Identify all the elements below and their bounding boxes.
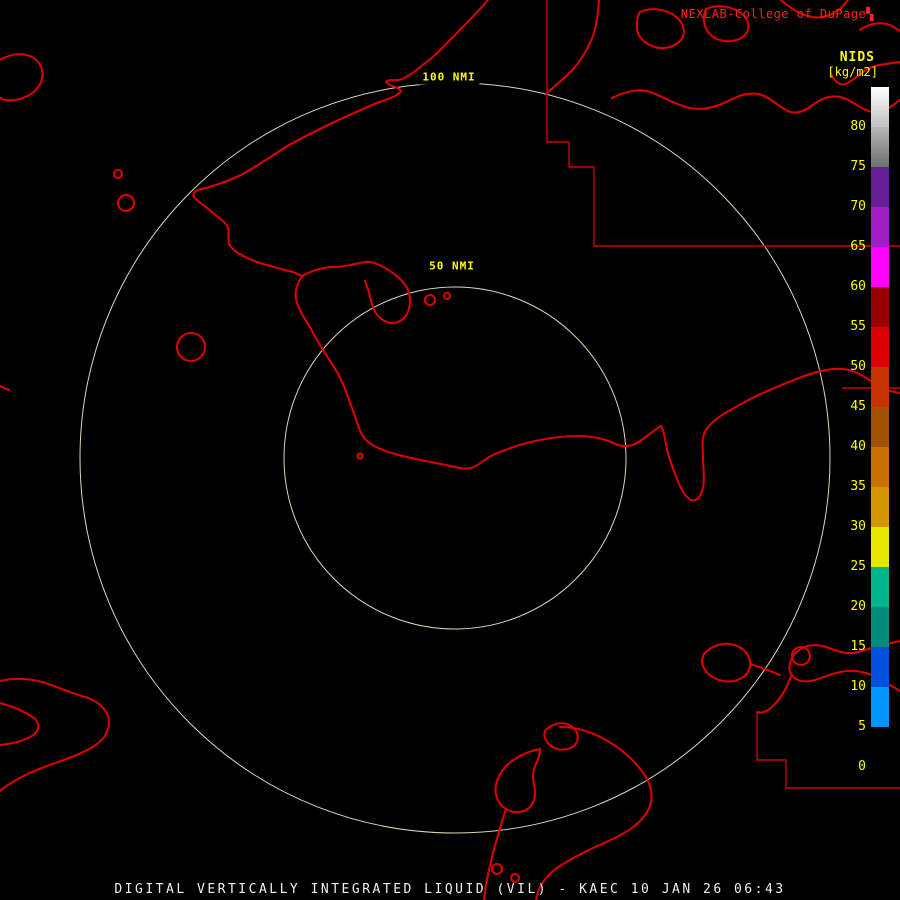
island (356, 452, 364, 460)
colorbar-tick-label: 15 (850, 639, 866, 654)
colorbar-segment (871, 87, 889, 127)
colorbar-segment (871, 247, 889, 287)
colorbar-segment (871, 607, 889, 647)
brand-logo-icon: ▚ (866, 7, 874, 21)
coastline-bottomcenter (534, 725, 653, 900)
colorbar-segment (871, 167, 889, 207)
colorbar-tick-label: 0 (858, 759, 866, 774)
colorbar-tick-label: 35 (850, 479, 866, 494)
colorbar-segment (871, 127, 889, 167)
island (442, 291, 452, 301)
colorbar-tick-label: 45 (850, 399, 866, 414)
colorbar-segment (871, 727, 889, 767)
colorbar-tick-label: 50 (850, 359, 866, 374)
colorbar-tick-label: 40 (850, 439, 866, 454)
island-topleft (0, 53, 44, 102)
colorbar-tick-label: 5 (858, 719, 866, 734)
coastline-bay (300, 260, 412, 325)
colorbar-tick-label: 25 (850, 559, 866, 574)
coastline-topedge-2 (858, 22, 900, 33)
colorbar-tick-label: 60 (850, 279, 866, 294)
colorbar-tick-label: 80 (850, 119, 866, 134)
coastline-topright-slant (546, 0, 601, 94)
colorbar-tick-label: 20 (850, 599, 866, 614)
colorbar-segment (871, 407, 889, 447)
colorbar-ticks: 80 75 70 65 60 55 50 45 40 35 30 25 20 15 10 5 0 (836, 0, 866, 900)
colorbar-segment (871, 487, 889, 527)
colorbar-segment (871, 647, 889, 687)
colorbar-segments (871, 87, 889, 787)
colorbar-segment (871, 207, 889, 247)
colorbar-tick-label: 55 (850, 319, 866, 334)
colorbar-tick-label: 30 (850, 519, 866, 534)
island-topright-1 (635, 8, 685, 50)
island (490, 862, 504, 876)
coastline-bottomcenter-hook (494, 747, 542, 814)
island-bottomright (700, 642, 752, 683)
island-bottomleft-outer (0, 677, 111, 793)
colorbar-segment (871, 327, 889, 367)
range-ring-label-100nmi: 100 NMI (418, 69, 480, 85)
colorbar-segment (871, 767, 889, 787)
coastline-leftedge-tick (0, 384, 11, 392)
island (112, 168, 124, 180)
colorbar-segment (871, 447, 889, 487)
colorbar-segment (871, 527, 889, 567)
radar-display: 100 NMI 50 NMI NEXLAB-College of DuPage▚… (0, 0, 900, 900)
colorbar-segment (871, 687, 889, 727)
colorbar-tick-label: 70 (850, 199, 866, 214)
coastlines (0, 0, 900, 900)
colorbar-segment (871, 367, 889, 407)
coastline-bottomright-south (755, 674, 793, 714)
island (423, 293, 437, 307)
colorbar-tick-label: 10 (850, 679, 866, 694)
lake (175, 331, 207, 363)
colorbar-tick-label: 65 (850, 239, 866, 254)
range-ring-label-50nmi: 50 NMI (425, 258, 479, 274)
product-title: DIGITAL VERTICALLY INTEGRATED LIQUID (VI… (114, 882, 786, 897)
radar-map-svg (0, 0, 900, 900)
island-bottomleft-inner (0, 701, 40, 747)
colorbar-tick-label: 75 (850, 159, 866, 174)
colorbar-segment (871, 287, 889, 327)
coastline-bottomright-link (748, 662, 782, 677)
island (509, 872, 521, 884)
colorbar-segment (871, 567, 889, 607)
range-ring-50nmi (283, 286, 627, 630)
island (116, 193, 136, 213)
colorbar (871, 87, 889, 787)
